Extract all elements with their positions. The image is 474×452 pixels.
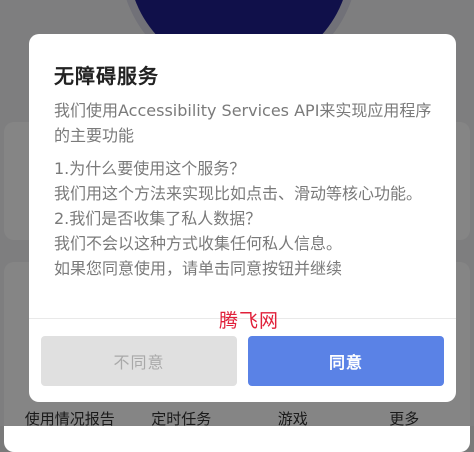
answer-2: 我们不会以这种方式收集任何私人信息。 [54,234,343,253]
dialog-body[interactable]: 我们使用Accessibility Services API来实现应用程序的主要… [54,98,439,316]
answer-1: 我们用这个方法来实现比如点击、滑动等核心功能。 [54,184,423,203]
dialog-intro: 我们使用Accessibility Services API来实现应用程序的主要… [54,101,432,145]
consent-instruction: 如果您同意使用，请单击同意按钮并继续 [54,259,343,278]
agree-button[interactable]: 同意 [248,336,444,386]
disagree-button[interactable]: 不同意 [41,336,237,386]
watermark: 腾飞网 [219,310,280,332]
dialog-title: 无障碍服务 [54,64,159,88]
accessibility-service-dialog: 无障碍服务 我们使用Accessibility Services API来实现应… [29,34,456,402]
question-2: 2.我们是否收集了私人数据？ [54,209,262,228]
question-1: 1.为什么要使用这个服务？ [54,159,246,178]
